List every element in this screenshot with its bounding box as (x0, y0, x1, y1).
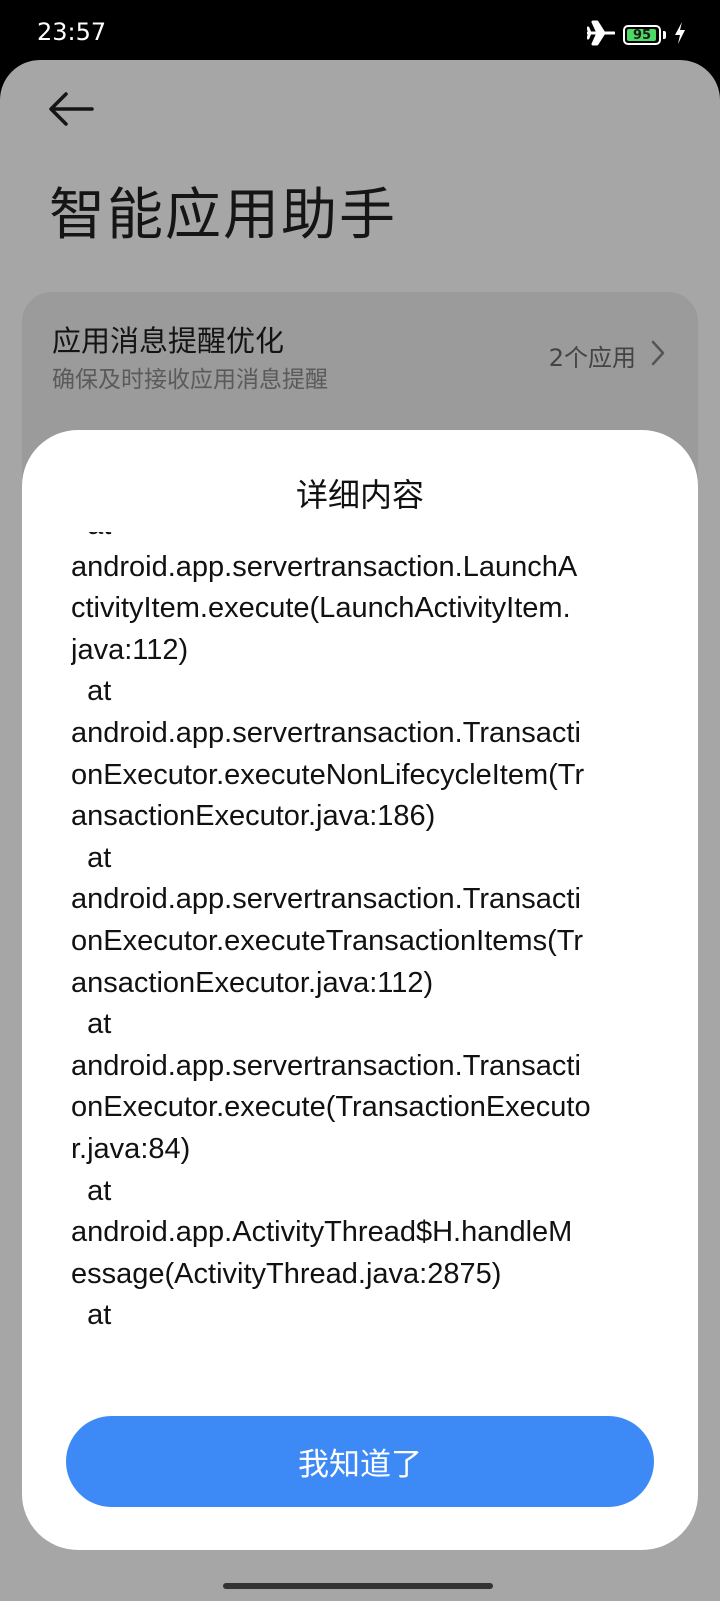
stack-trace-line: android.app.ActivityThread$H.handleM (71, 1216, 573, 1249)
stack-trace-line: at (71, 675, 112, 708)
stack-trace-line: android.app.servertransaction.Transacti (71, 883, 581, 916)
stack-trace-line: onExecutor.execute(TransactionExecuto (71, 1091, 591, 1124)
stack-trace-line: at (71, 1008, 112, 1041)
stack-trace-line: ansactionExecutor.java:186) (71, 800, 436, 833)
stack-trace-line: android.app.servertransaction.Transacti (71, 1049, 581, 1082)
battery-icon: 95 (623, 25, 661, 45)
charging-icon (674, 22, 686, 48)
card-subtitle: 确保及时接收应用消息提醒 (52, 367, 328, 393)
stack-trace-text: at android.app.servertransaction.LaunchA c… (71, 532, 671, 1332)
home-indicator[interactable] (223, 1583, 493, 1589)
airplane-mode-icon (586, 20, 616, 50)
stack-trace-line: ansactionExecutor.java:112) (71, 966, 434, 999)
back-arrow-icon (44, 92, 100, 136)
card-app-count: 2个应用 (549, 338, 666, 373)
stack-trace-line: at (71, 532, 671, 547)
back-button[interactable] (44, 86, 100, 132)
stack-trace-line: android.app.servertransaction.Transacti (71, 716, 581, 749)
dialog-scroll-content[interactable]: at android.app.servertransaction.LaunchA c… (71, 532, 671, 1332)
stack-trace-line: onExecutor.executeNonLifecycleItem(Tr (71, 758, 585, 791)
stack-trace-line: at (71, 841, 112, 874)
battery-level: 95 (632, 27, 652, 43)
stack-trace-line: android.app.servertransaction.LaunchA (71, 550, 578, 583)
stack-trace-line: onExecutor.executeTransactionItems(Tr (71, 924, 584, 957)
chevron-right-icon (650, 339, 666, 373)
stack-trace-line: at (71, 1174, 112, 1207)
stack-trace-line: java:112) (71, 633, 189, 666)
stack-trace-line: essage(ActivityThread.java:2875) (71, 1257, 502, 1290)
stack-trace-line: r.java:84) (71, 1132, 191, 1165)
card-count-label: 2个应用 (548, 344, 636, 372)
status-icons: 95 (586, 20, 686, 50)
stack-trace-line: at (71, 1299, 112, 1332)
dialog-title: 详细内容 (295, 476, 424, 514)
confirm-button[interactable]: 我知道了 (66, 1416, 654, 1507)
status-bar: 23:57 95 (0, 0, 720, 62)
stack-trace-line: ctivityItem.execute(LaunchActivityItem. (71, 592, 571, 625)
page-title: 智能应用助手 (49, 183, 397, 248)
details-dialog: 详细内容 at android.app.servertransaction.Lau… (22, 430, 698, 1550)
status-time: 23:57 (37, 18, 107, 46)
card-title: 应用消息提醒优化 (52, 324, 285, 358)
battery-tip (663, 31, 666, 39)
